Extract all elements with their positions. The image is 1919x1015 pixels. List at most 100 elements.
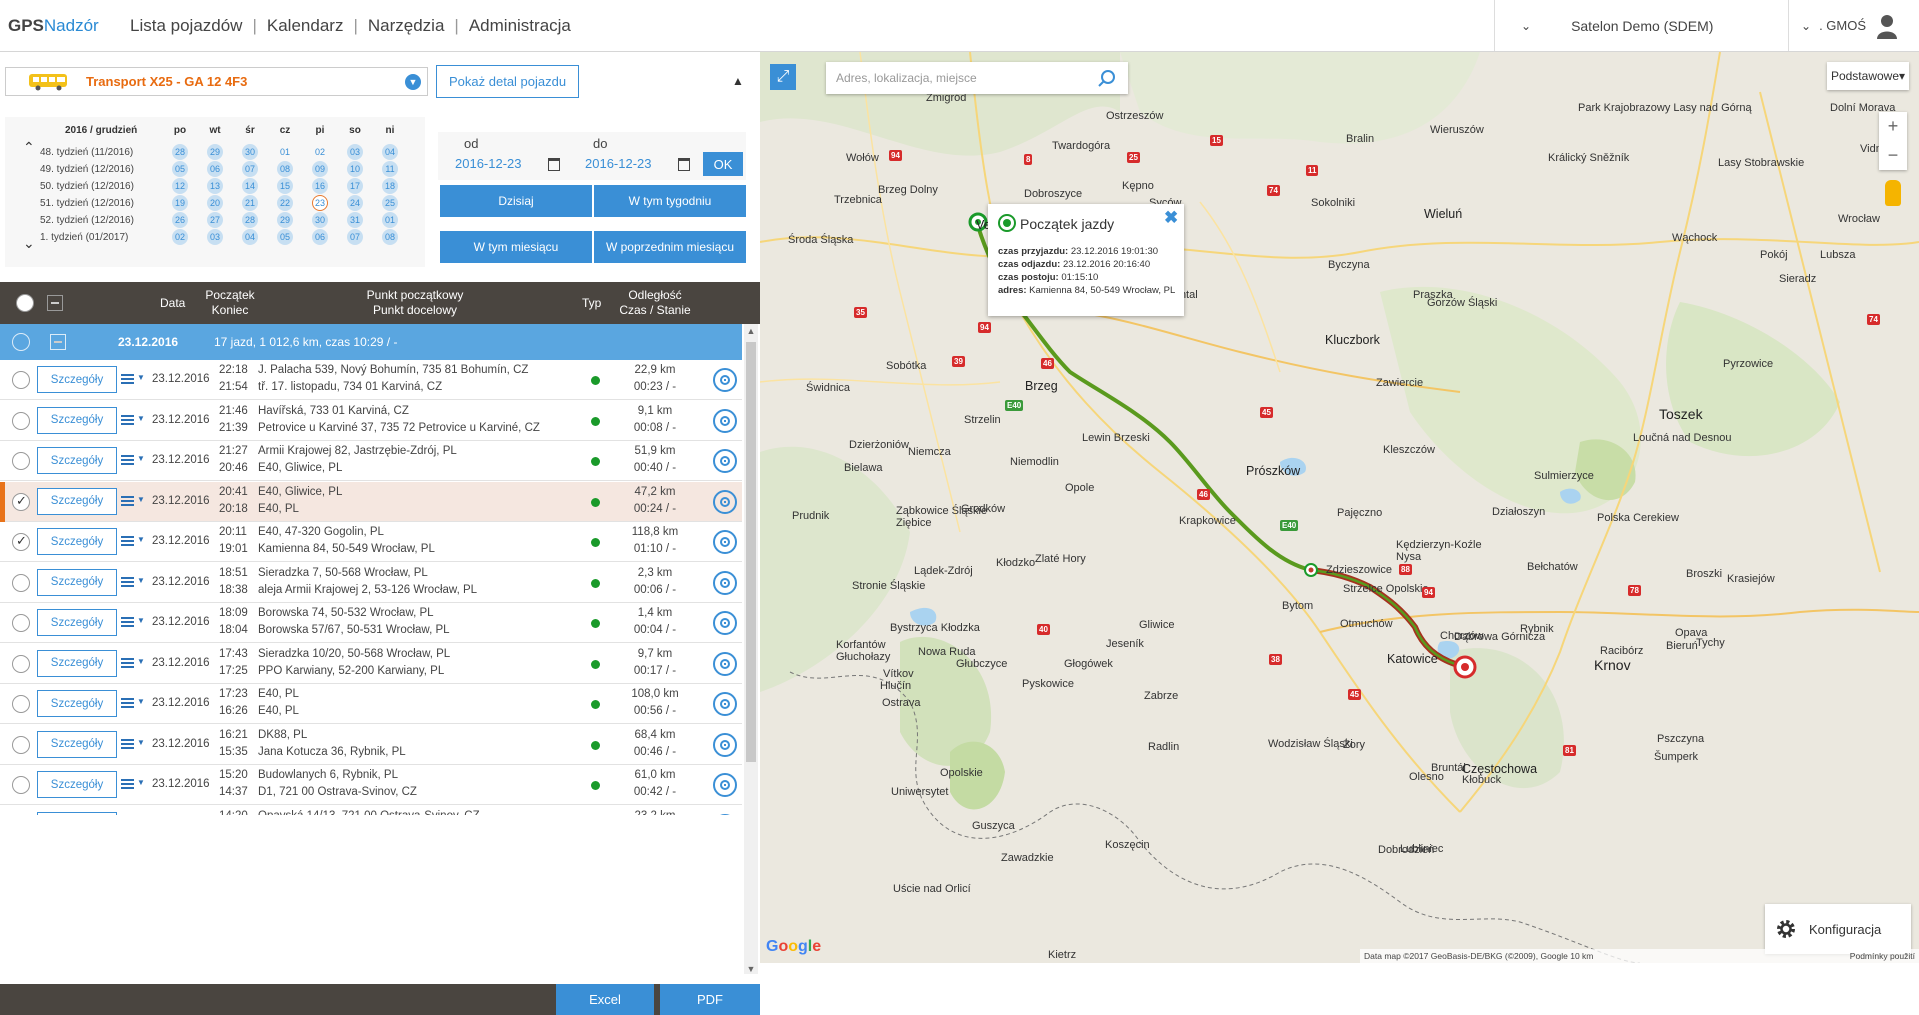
calendar-day[interactable]: 23 [312,195,328,211]
map-view[interactable]: ZmigródOstrzeszówKępnoOleśnicaTrzebnicaW… [760,52,1919,963]
trip-row[interactable]: Szczegóły ▼ 23.12.2016 18:51 18:38 Sieradzka … [0,562,742,603]
calendar-day[interactable]: 04 [242,229,258,245]
zoom-in-icon[interactable]: + [1879,112,1907,141]
calendar-day[interactable]: 29 [207,144,223,160]
chevron-down-icon[interactable]: ▼ [137,616,145,625]
zoom-out-icon[interactable]: − [1879,141,1907,170]
calendar-day[interactable]: 08 [382,229,398,245]
details-button[interactable]: Szczegóły [37,528,117,555]
calendar-day[interactable]: 15 [277,178,293,194]
calendar-day[interactable]: 10 [347,161,363,177]
trip-row[interactable]: Szczegóły ▼ 23.12.2016 16:21 15:35 DK88, PL Ja… [0,724,742,765]
calendar-day[interactable]: 01 [382,212,398,228]
locate-on-map-icon[interactable] [713,651,737,676]
row-checkbox[interactable] [12,654,30,673]
calendar-day[interactable]: 18 [382,178,398,194]
menu-icon[interactable] [121,374,134,384]
menu-icon[interactable] [121,698,134,708]
calendar-day[interactable]: 07 [242,161,258,177]
trip-row[interactable]: Szczegóły▼23.12.201614:2014:06Opavská 14… [0,805,742,815]
calendar-day[interactable]: 28 [242,212,258,228]
select-all-checkbox[interactable] [16,294,34,312]
company-selector[interactable]: ⌄ Satelon Demo (SDEM) [1494,0,1789,51]
trip-row[interactable]: Szczegóły ▼ 23.12.2016 17:43 17:25 Sieradzka … [0,643,742,684]
calendar-day[interactable]: 14 [242,178,258,194]
calendar-day[interactable]: 03 [347,144,363,160]
col-start-end[interactable]: Początek Koniec [200,288,260,318]
menu-icon[interactable] [121,495,134,506]
today-button[interactable]: Dzisiaj [440,185,592,217]
trip-row[interactable]: Szczegóły ▼ 23.12.2016 21:27 20:46 Armii Kraj… [0,441,742,481]
week-label[interactable]: 48. tydzień (11/2016) [40,147,133,158]
calendar-day[interactable]: 06 [207,161,223,177]
week-label[interactable]: 1. tydzień (01/2017) [40,232,128,243]
row-checkbox[interactable] [12,735,30,754]
calendar-day[interactable]: 11 [382,161,398,177]
terms-link[interactable]: Podmínky použití [1850,951,1915,961]
calendar-day[interactable]: 20 [207,195,223,211]
details-button[interactable]: Szczegóły [37,771,117,798]
row-checkbox[interactable] [12,411,30,430]
to-date-input[interactable]: 2016-12-23 [585,156,652,171]
day-checkbox[interactable] [12,333,30,351]
calendar-day[interactable]: 29 [277,212,293,228]
map-search-input[interactable]: Adres, lokalizacja, miejsce [826,62,1128,94]
calendar-icon[interactable] [678,158,690,171]
calendar-day[interactable]: 07 [347,229,363,245]
calendar-day[interactable]: 16 [312,178,328,194]
this-week-button[interactable]: W tym tygodniu [594,185,746,217]
previous-month-button[interactable]: W poprzednim miesiącu [594,231,746,263]
calendar-day[interactable]: 05 [172,161,188,177]
calendar-icon[interactable] [548,158,560,171]
chevron-down-icon[interactable]: ▼ [137,414,145,423]
calendar-day[interactable]: 31 [347,212,363,228]
nav-administration[interactable]: Administracja [459,16,581,36]
chevron-down-icon[interactable]: ▼ [137,778,145,787]
locate-on-map-icon[interactable] [713,408,737,433]
calendar-day[interactable]: 12 [172,178,188,194]
calendar-day[interactable]: 02 [312,144,328,160]
locate-on-map-icon[interactable] [713,611,737,635]
nav-tools[interactable]: Narzędzia [358,16,455,36]
calendar-day[interactable]: 03 [207,229,223,245]
calendar-day[interactable]: 27 [207,212,223,228]
this-month-button[interactable]: W tym miesiącu [440,231,592,263]
fullscreen-icon[interactable]: ⤢ [770,64,796,90]
nav-calendar[interactable]: Kalendarz [257,16,354,36]
collapse-all-icon[interactable] [47,295,63,311]
menu-icon[interactable] [121,657,134,668]
row-checkbox[interactable] [12,695,30,713]
calendar-day[interactable]: 22 [277,195,293,211]
calendar-day[interactable]: 01 [277,144,293,160]
calendar-day[interactable]: 24 [347,195,363,211]
close-icon[interactable]: ✖ [1164,208,1178,228]
col-date[interactable]: Data [160,296,185,311]
pdf-export-button[interactable]: PDF [660,984,760,1015]
week-label[interactable]: 49. tydzień (12/2016) [40,164,134,175]
row-checkbox[interactable] [12,573,30,592]
details-button[interactable]: Szczegóły [37,406,117,434]
menu-icon[interactable] [121,617,134,627]
calendar-day[interactable]: 06 [312,229,328,245]
trip-row[interactable]: Szczegóły ▼ 23.12.2016 17:23 16:26 E40, PL E40… [0,684,742,724]
details-button[interactable]: Szczegóły [37,811,117,815]
row-checkbox[interactable] [12,533,30,551]
calendar-day[interactable]: 02 [172,229,188,245]
col-distance[interactable]: Odległość Czas / Stanie [612,288,698,318]
collapse-panel-icon[interactable]: ▲ [732,74,744,88]
menu-icon[interactable] [121,414,134,425]
nav-vehicle-list[interactable]: Lista pojazdów [120,16,252,36]
scroll-down-icon[interactable]: ▼ [744,964,758,974]
chevron-down-icon[interactable]: ▼ [137,373,145,382]
row-checkbox[interactable] [12,776,30,794]
trip-row[interactable]: Szczegóły ▼ 23.12.2016 20:11 19:01 E40, 47-32… [0,522,742,562]
menu-icon[interactable] [121,536,134,546]
calendar-day[interactable]: 13 [207,178,223,194]
trip-row[interactable]: Szczegóły ▼ 23.12.2016 22:18 21:54 J. Palacha… [0,360,742,400]
row-checkbox[interactable] [12,614,30,632]
vehicle-detail-button[interactable]: Pokaż detal pojazdu [436,65,580,98]
locate-on-map-icon[interactable] [713,732,737,757]
locate-on-map-icon[interactable] [713,570,737,595]
logo[interactable]: GPS Nadzór [0,16,120,36]
collapse-day-icon[interactable] [50,334,66,350]
